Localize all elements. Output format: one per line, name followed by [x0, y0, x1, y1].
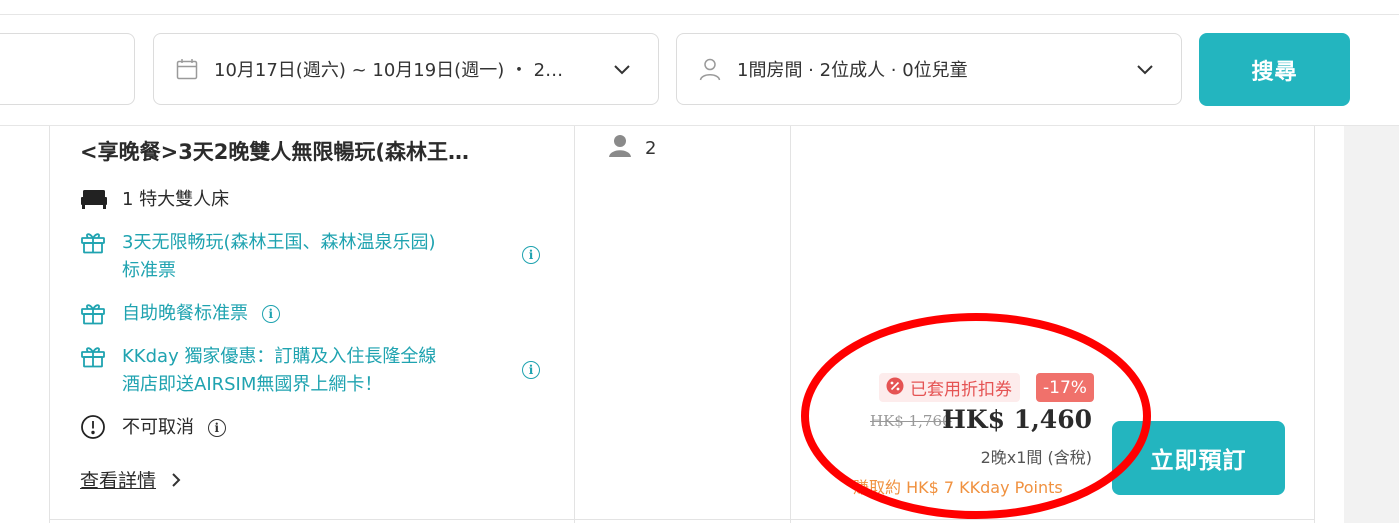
info-icon[interactable]: i [261, 305, 280, 323]
room-plan-title: <享晚餐>3天2晚雙人無限暢玩(森林王… [80, 140, 470, 164]
top-divider [0, 14, 1399, 15]
coupon-label: 已套用折扣券 [910, 380, 1012, 400]
original-price: HK$ 1,760 [870, 412, 952, 430]
info-icon[interactable]: i [207, 419, 226, 437]
coupon-badge-icon [886, 377, 904, 399]
stay-info: 2晚x1間 (含稅) [980, 448, 1092, 467]
perk-item: KKday 獨家優惠：訂購及入住長隆全線 酒店即送AIRSIM無國界上網卡！ [80, 343, 436, 399]
column-divider [790, 126, 791, 523]
person-icon [607, 133, 633, 163]
perk-text-line2: 酒店即送AIRSIM無國界上網卡！ [122, 374, 383, 395]
cancellation-policy: 不可取消 i [80, 414, 226, 442]
coupon-applied-badge: 已套用折扣券 [879, 373, 1020, 402]
person-icon [697, 56, 723, 82]
calendar-icon [174, 56, 200, 82]
kkday-points-info: 賺取約 HK$ 7 KKday Points [853, 478, 1063, 497]
bed-icon [80, 186, 108, 212]
guest-room-field[interactable]: 1間房間 · 2位成人 · 0位兒童 [676, 33, 1182, 105]
chevron-down-icon [610, 57, 634, 81]
perk-text: KKday 獨家優惠：訂購及入住長隆全線 [122, 346, 437, 367]
perk-text: 自助晚餐标准票 [122, 303, 248, 324]
current-price: HK$ 1,460 [942, 405, 1092, 434]
column-divider [574, 126, 575, 523]
perk-text: 3天无限畅玩(森林王国、森林温泉乐园) [122, 232, 436, 253]
perk-item: 3天无限畅玩(森林王国、森林温泉乐园) 标准票 [80, 229, 436, 285]
date-range-field[interactable]: 10月17日(週六) ~ 10月19日(週一) ・ 2… [153, 33, 659, 105]
gift-icon [80, 343, 108, 369]
alert-circle-icon [80, 414, 108, 440]
view-details-link[interactable]: 查看詳情 [80, 466, 186, 493]
book-now-button[interactable]: 立即預訂 [1112, 421, 1285, 495]
info-icon[interactable]: i [522, 246, 540, 264]
bed-info: 1 特大雙人床 [80, 186, 229, 214]
search-button[interactable]: 搜尋 [1199, 33, 1350, 106]
info-icon[interactable]: i [522, 361, 540, 379]
occupancy-count: 2 [645, 137, 657, 159]
perk-text-line2: 标准票 [122, 260, 176, 281]
date-range-text: 10月17日(週六) ~ 10月19日(週一) ・ 2… [214, 60, 564, 81]
card-bottom-border [49, 519, 1315, 520]
gift-icon [80, 229, 108, 255]
occupancy: 2 [607, 133, 656, 163]
destination-field[interactable] [0, 33, 135, 105]
page-background-right [1344, 126, 1399, 523]
guest-room-text: 1間房間 · 2位成人 · 0位兒童 [737, 60, 968, 81]
policy-text: 不可取消 [122, 417, 194, 438]
chevron-down-icon [1133, 57, 1157, 81]
discount-badge: -17% [1036, 373, 1094, 402]
perk-item: 自助晚餐标准票 i [80, 300, 280, 328]
bed-type: 1 特大雙人床 [122, 189, 230, 210]
gift-icon [80, 300, 108, 326]
view-details-text[interactable]: 查看詳情 [80, 466, 156, 493]
chevron-right-icon [168, 471, 186, 489]
